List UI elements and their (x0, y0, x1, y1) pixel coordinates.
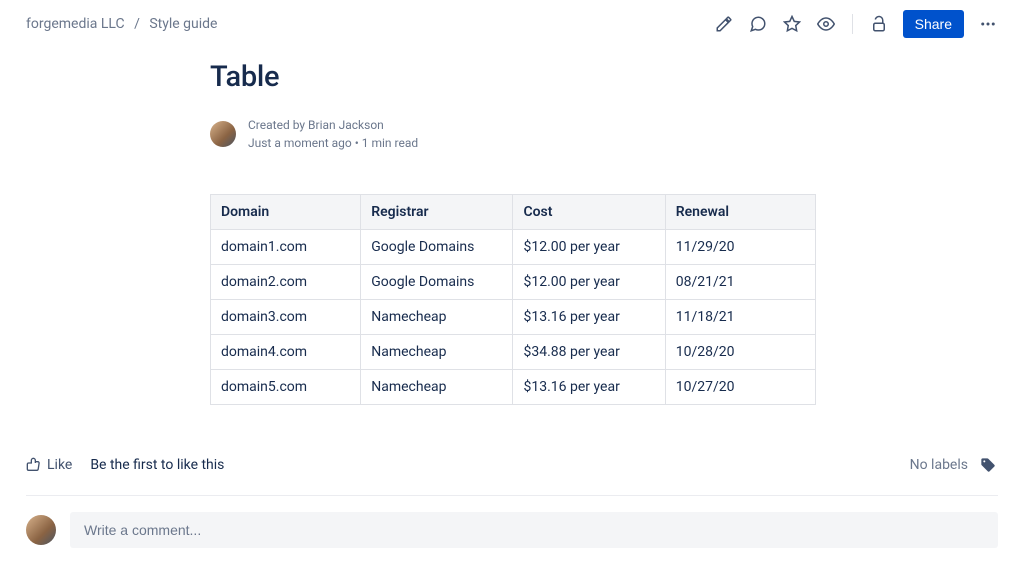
labels-icon[interactable] (978, 455, 998, 475)
table-row: domain4.comNamecheap$34.88 per year10/28… (211, 335, 816, 370)
table-cell: domain3.com (211, 300, 361, 335)
like-label: Like (47, 457, 72, 473)
table-cell: domain5.com (211, 370, 361, 405)
table-cell: $12.00 per year (513, 230, 665, 265)
breadcrumb-separator: / (134, 16, 140, 32)
comment-icon[interactable] (748, 14, 768, 34)
table-row: domain1.comGoogle Domains$12.00 per year… (211, 230, 816, 265)
table-row: domain5.comNamecheap$13.16 per year10/27… (211, 370, 816, 405)
author-avatar[interactable] (210, 121, 236, 147)
comment-input[interactable] (70, 512, 998, 548)
table-row: domain3.comNamecheap$13.16 per year11/18… (211, 300, 816, 335)
th-registrar: Registrar (361, 195, 513, 230)
meta-separator: • (355, 136, 362, 150)
table-cell: $13.16 per year (513, 300, 665, 335)
restrictions-icon[interactable] (869, 14, 889, 34)
author-name[interactable]: Brian Jackson (308, 118, 384, 132)
table-header-row: Domain Registrar Cost Renewal (211, 195, 816, 230)
breadcrumb: forgemedia LLC / Style guide (26, 16, 217, 32)
table-cell: $34.88 per year (513, 335, 665, 370)
timestamp: Just a moment ago (248, 136, 352, 150)
table-cell: Google Domains (361, 265, 513, 300)
created-by-prefix: Created by (248, 118, 308, 132)
table-row: domain2.comGoogle Domains$12.00 per year… (211, 265, 816, 300)
table-cell: Namecheap (361, 335, 513, 370)
th-domain: Domain (211, 195, 361, 230)
section-divider (26, 495, 998, 496)
th-renewal: Renewal (665, 195, 815, 230)
watch-icon[interactable] (816, 14, 836, 34)
page-title: Table (210, 60, 1024, 94)
table-cell: $12.00 per year (513, 265, 665, 300)
like-button[interactable]: Like (26, 457, 72, 473)
share-button[interactable]: Share (903, 10, 964, 38)
table-cell: domain2.com (211, 265, 361, 300)
domain-table: Domain Registrar Cost Renewal domain1.co… (210, 194, 816, 405)
table-cell: 10/27/20 (665, 370, 815, 405)
table-cell: domain4.com (211, 335, 361, 370)
toolbar-separator (852, 14, 853, 34)
no-labels-text: No labels (910, 457, 968, 473)
table-cell: 11/29/20 (665, 230, 815, 265)
edit-icon[interactable] (714, 14, 734, 34)
table-cell: Namecheap (361, 300, 513, 335)
table-cell: 11/18/21 (665, 300, 815, 335)
table-cell: domain1.com (211, 230, 361, 265)
like-hint: Be the first to like this (90, 457, 224, 473)
read-time: 1 min read (362, 136, 418, 150)
breadcrumb-page[interactable]: Style guide (149, 16, 217, 32)
byline: Created by Brian Jackson Just a moment a… (248, 116, 418, 152)
th-cost: Cost (513, 195, 665, 230)
table-cell: 10/28/20 (665, 335, 815, 370)
toolbar: Share (714, 10, 998, 38)
table-cell: 08/21/21 (665, 265, 815, 300)
breadcrumb-space[interactable]: forgemedia LLC (26, 16, 125, 32)
current-user-avatar[interactable] (26, 515, 56, 545)
more-icon[interactable] (978, 14, 998, 34)
table-cell: $13.16 per year (513, 370, 665, 405)
table-cell: Google Domains (361, 230, 513, 265)
star-icon[interactable] (782, 14, 802, 34)
table-cell: Namecheap (361, 370, 513, 405)
